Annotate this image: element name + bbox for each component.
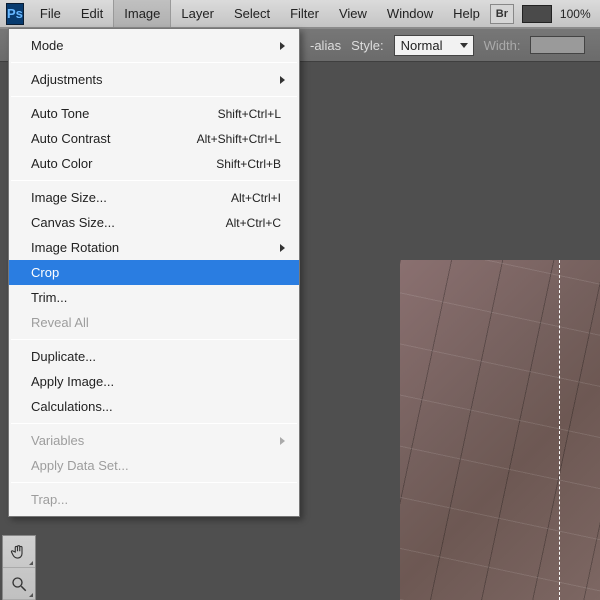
menu-shortcut: Alt+Shift+Ctrl+L	[197, 132, 281, 146]
menu-item-apply-image[interactable]: Apply Image...	[9, 369, 299, 394]
menu-file[interactable]: File	[30, 0, 71, 27]
tile-pattern	[400, 260, 600, 600]
menu-item-mode[interactable]: Mode	[9, 33, 299, 58]
menu-item-crop[interactable]: Crop	[9, 260, 299, 285]
menu-separator	[11, 423, 297, 424]
document-image	[400, 260, 600, 600]
zoom-tool[interactable]	[3, 568, 35, 600]
menu-label: Duplicate...	[31, 349, 96, 364]
image-menu-dropdown: Mode Adjustments Auto Tone Shift+Ctrl+L A…	[8, 28, 300, 517]
menu-item-trim[interactable]: Trim...	[9, 285, 299, 310]
menu-label: Crop	[31, 265, 59, 280]
menu-label: Trim...	[31, 290, 67, 305]
style-select[interactable]: Normal	[394, 35, 474, 56]
menu-filter[interactable]: Filter	[280, 0, 329, 27]
menu-layer[interactable]: Layer	[171, 0, 224, 27]
hand-tool[interactable]	[3, 536, 35, 568]
menu-shortcut: Shift+Ctrl+L	[218, 107, 281, 121]
menu-item-calculations[interactable]: Calculations...	[9, 394, 299, 419]
menu-separator	[11, 62, 297, 63]
menubar-right: Br 100%	[490, 4, 600, 24]
menu-label: Variables	[31, 433, 84, 448]
menu-label: Auto Tone	[31, 106, 89, 121]
menu-label: Reveal All	[31, 315, 89, 330]
menu-select[interactable]: Select	[224, 0, 280, 27]
menu-item-trap: Trap...	[9, 487, 299, 512]
menu-separator	[11, 96, 297, 97]
tool-submenu-indicator	[29, 593, 33, 597]
menu-edit[interactable]: Edit	[71, 0, 113, 27]
menu-label: Auto Color	[31, 156, 92, 171]
menu-label: Mode	[31, 38, 64, 53]
menu-item-image-size[interactable]: Image Size... Alt+Ctrl+I	[9, 185, 299, 210]
bridge-icon[interactable]: Br	[490, 4, 514, 24]
menu-label: Image Rotation	[31, 240, 119, 255]
menu-help[interactable]: Help	[443, 0, 490, 27]
menu-label: Image Size...	[31, 190, 107, 205]
menu-item-canvas-size[interactable]: Canvas Size... Alt+Ctrl+C	[9, 210, 299, 235]
menu-label: Apply Image...	[31, 374, 114, 389]
menu-shortcut: Alt+Ctrl+C	[226, 216, 281, 230]
menu-shortcut: Alt+Ctrl+I	[231, 191, 281, 205]
menu-view[interactable]: View	[329, 0, 377, 27]
menu-item-auto-tone[interactable]: Auto Tone Shift+Ctrl+L	[9, 101, 299, 126]
app-logo: Ps	[6, 3, 24, 25]
menubar: Ps File Edit Image Layer Select Filter V…	[0, 0, 600, 28]
menu-label: Apply Data Set...	[31, 458, 129, 473]
menu-label: Calculations...	[31, 399, 113, 414]
menu-item-auto-contrast[interactable]: Auto Contrast Alt+Shift+Ctrl+L	[9, 126, 299, 151]
menu-item-auto-color[interactable]: Auto Color Shift+Ctrl+B	[9, 151, 299, 176]
width-label: Width:	[484, 38, 521, 53]
antialias-label: -alias	[310, 38, 341, 53]
menu-image[interactable]: Image	[113, 0, 171, 27]
menu-separator	[11, 339, 297, 340]
menu-separator	[11, 180, 297, 181]
zoom-level[interactable]: 100%	[560, 7, 591, 21]
menu-label: Adjustments	[31, 72, 103, 87]
magnifier-icon	[10, 575, 28, 593]
menu-item-duplicate[interactable]: Duplicate...	[9, 344, 299, 369]
selection-marquee	[559, 260, 560, 600]
menu-item-apply-data-set: Apply Data Set...	[9, 453, 299, 478]
style-label: Style:	[351, 38, 384, 53]
menu-label: Trap...	[31, 492, 68, 507]
hand-icon	[10, 543, 28, 561]
menu-item-variables: Variables	[9, 428, 299, 453]
menu-label: Auto Contrast	[31, 131, 111, 146]
menu-item-reveal-all: Reveal All	[9, 310, 299, 335]
width-input[interactable]	[530, 36, 585, 54]
menu-item-image-rotation[interactable]: Image Rotation	[9, 235, 299, 260]
menu-separator	[11, 482, 297, 483]
tool-submenu-indicator	[29, 561, 33, 565]
screen-mode-icon[interactable]	[522, 5, 552, 23]
menu-label: Canvas Size...	[31, 215, 115, 230]
menu-item-adjustments[interactable]: Adjustments	[9, 67, 299, 92]
tool-dock	[2, 535, 36, 600]
menu-shortcut: Shift+Ctrl+B	[216, 157, 281, 171]
menu-window[interactable]: Window	[377, 0, 443, 27]
